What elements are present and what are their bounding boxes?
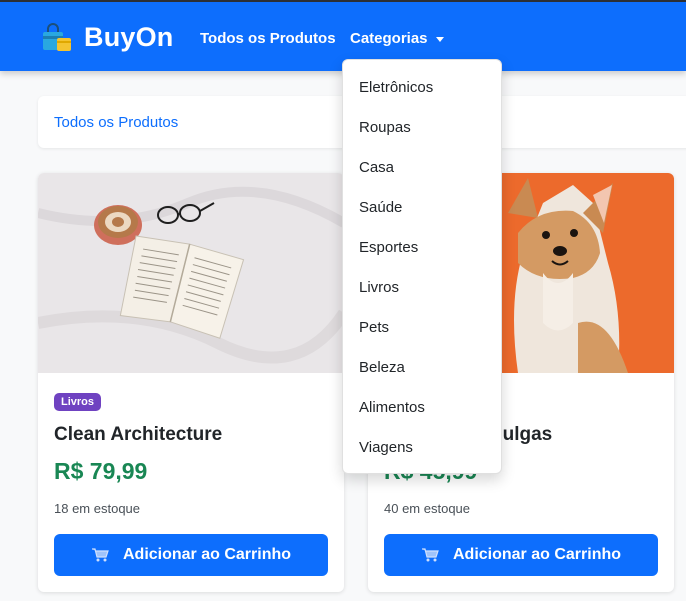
dropdown-item-beleza[interactable]: Beleza xyxy=(343,348,501,388)
add-to-cart-button[interactable]: Adicionar ao Carrinho xyxy=(384,534,658,576)
product-stock: 18 em estoque xyxy=(54,501,141,516)
brand-name: BuyOn xyxy=(84,22,174,52)
brand-link[interactable]: BuyOn xyxy=(40,22,174,53)
add-to-cart-button[interactable]: Adicionar ao Carrinho xyxy=(54,534,328,576)
breadcrumb-all-products[interactable]: Todos os Produtos xyxy=(54,114,178,131)
dropdown-item-alimentos[interactable]: Alimentos xyxy=(343,388,501,428)
dropdown-item-eletronicos[interactable]: Eletrônicos xyxy=(343,68,501,108)
nav-categories-label: Categorias xyxy=(350,30,428,47)
dropdown-item-livros[interactable]: Livros xyxy=(343,268,501,308)
product-title[interactable]: Clean Architecture xyxy=(54,424,222,446)
chevron-down-icon xyxy=(435,36,444,42)
dropdown-item-roupas[interactable]: Roupas xyxy=(343,108,501,148)
product-image[interactable] xyxy=(38,173,344,373)
dropdown-item-viagens[interactable]: Viagens xyxy=(343,428,501,468)
dropdown-item-pets[interactable]: Pets xyxy=(343,308,501,348)
category-badge: Livros xyxy=(54,393,102,411)
product-stock: 40 em estoque xyxy=(384,501,471,516)
add-to-cart-label: Adicionar ao Carrinho xyxy=(122,546,292,563)
categories-dropdown-menu: Eletrônicos Roupas Casa Saúde Esportes L… xyxy=(342,59,502,474)
cart-icon xyxy=(421,548,439,562)
product-card: Livros Clean Architecture R$ 79,99 18 em… xyxy=(38,173,344,592)
nav-categories-toggle[interactable]: Categorias xyxy=(350,30,444,47)
dropdown-item-esportes[interactable]: Esportes xyxy=(343,228,501,268)
nav-all-products[interactable]: Todos os Produtos xyxy=(200,30,336,47)
product-price: R$ 79,99 xyxy=(54,458,148,484)
cart-icon xyxy=(91,548,109,562)
shopping-bag-icon xyxy=(40,22,74,53)
dropdown-item-casa[interactable]: Casa xyxy=(343,148,501,188)
dropdown-item-saude[interactable]: Saúde xyxy=(343,188,501,228)
add-to-cart-label: Adicionar ao Carrinho xyxy=(452,546,622,563)
